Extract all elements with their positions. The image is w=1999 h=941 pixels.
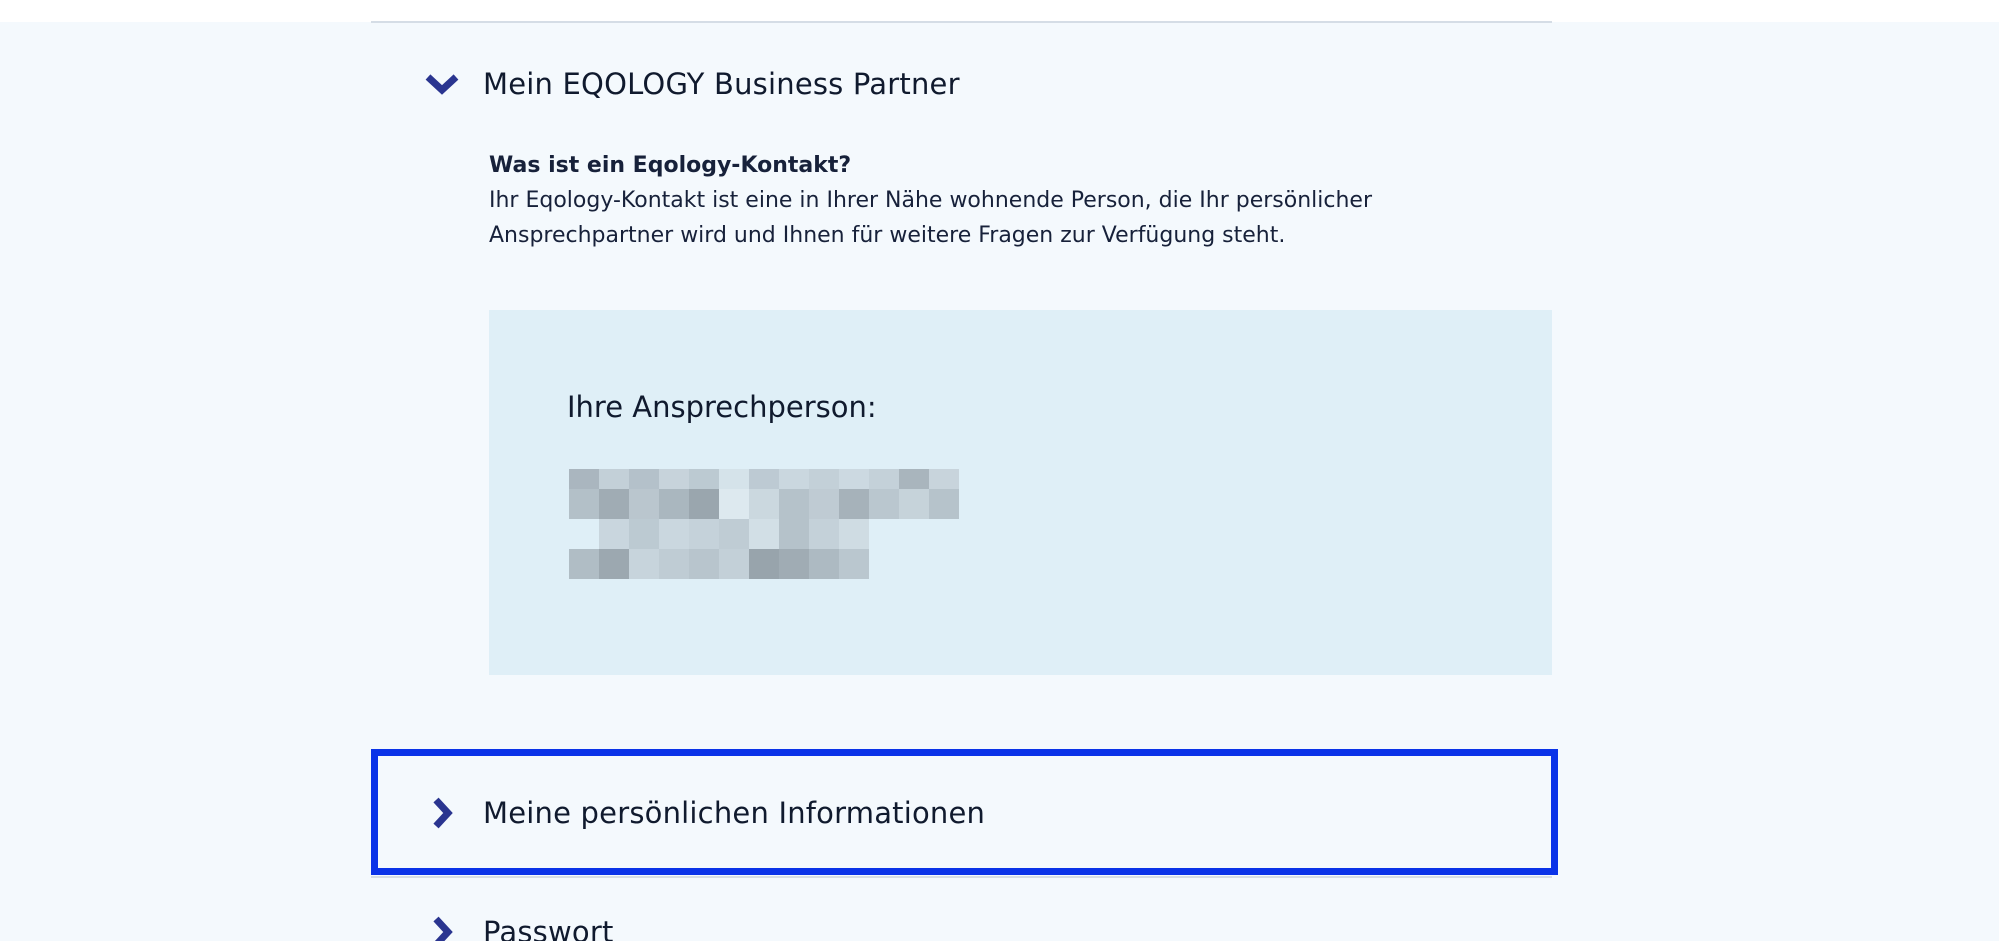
- obscured-contact-details: [569, 469, 959, 579]
- personal-info-section-title: Meine persönlichen Informationen: [483, 796, 986, 830]
- contact-card: Ihre Ansprechperson:: [489, 310, 1552, 675]
- faq-question: Was ist ein Eqology-Kontakt?: [489, 153, 852, 178]
- contact-label: Ihre Ansprechperson:: [567, 390, 877, 424]
- password-section-title: Passwort: [483, 915, 614, 941]
- section-divider: [371, 21, 1552, 23]
- password-section-toggle[interactable]: Passwort: [371, 900, 1552, 941]
- chevron-right-icon: [421, 792, 463, 834]
- partner-section-toggle[interactable]: Mein EQOLOGY Business Partner: [371, 52, 1552, 116]
- section-divider: [371, 876, 1552, 878]
- faq-answer: Ihr Eqology-Kontakt ist eine in Ihrer Nä…: [489, 188, 1372, 248]
- top-strip: [0, 0, 1999, 22]
- personal-info-section-toggle[interactable]: Meine persönlichen Informationen: [371, 781, 1552, 845]
- faq-block: Was ist ein Eqology-Kontakt? Ihr Eqology…: [489, 148, 1549, 253]
- partner-section-title: Mein EQOLOGY Business Partner: [483, 67, 960, 101]
- chevron-down-icon: [421, 63, 463, 105]
- chevron-right-icon: [421, 911, 463, 941]
